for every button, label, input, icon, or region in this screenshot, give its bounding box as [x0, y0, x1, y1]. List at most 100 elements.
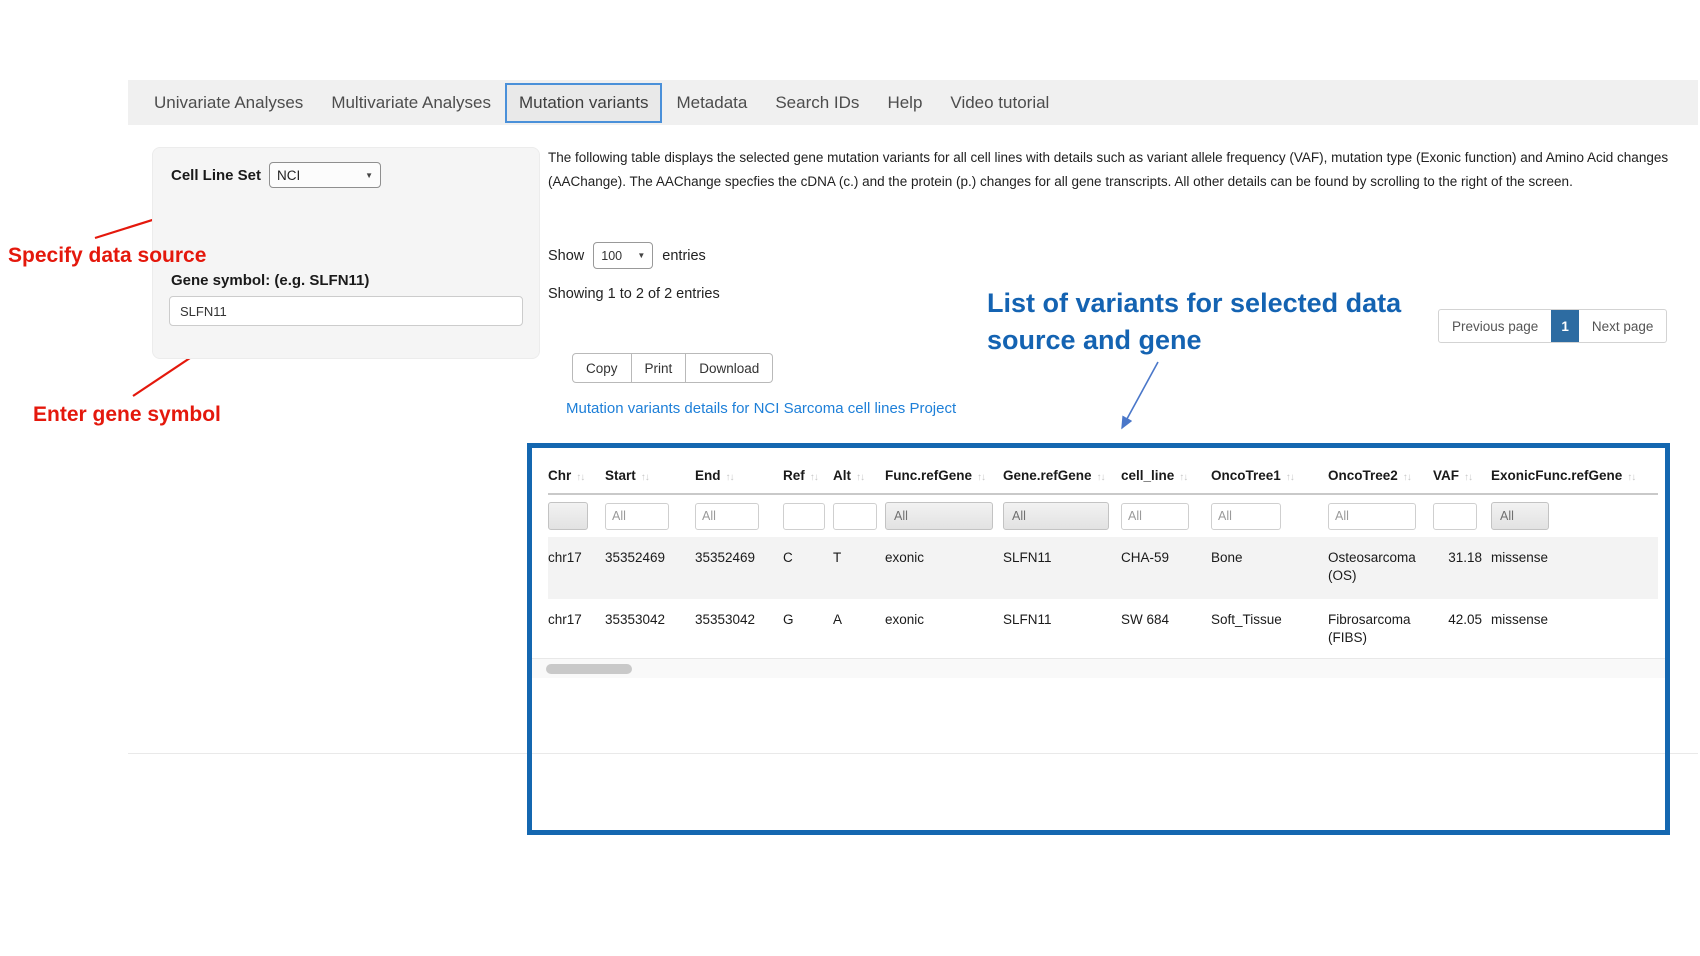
- annotation-variants-heading: List of variants for selected data sourc…: [987, 285, 1401, 359]
- column-header-end[interactable]: End↑↓: [695, 456, 783, 494]
- tab-metadata[interactable]: Metadata: [662, 83, 761, 123]
- sort-icon: ↑↓: [1286, 472, 1294, 483]
- cell-oncotree1: Bone: [1211, 537, 1328, 599]
- variants-table-wrap: Chr↑↓Start↑↓End↑↓Ref↑↓Alt↑↓Func.refGene↑…: [548, 456, 1658, 661]
- filter-cell: [1328, 494, 1433, 537]
- cell-alt: A: [833, 599, 885, 661]
- show-entries-row: Show 100 ▼ entries: [548, 242, 706, 269]
- control-panel: Cell Line Set NCI ▼ Gene symbol: (e.g. S…: [152, 147, 540, 359]
- column-label: Ref: [783, 468, 805, 483]
- sort-icon: ↑↓: [1627, 472, 1635, 483]
- cell-oncotree1: Soft_Tissue: [1211, 599, 1328, 661]
- blue-arrow-to-table: [1122, 362, 1158, 428]
- filter-exonicfunc-refgene[interactable]: All: [1491, 502, 1549, 530]
- table-row: chr173535304235353042GAexonicSLFN11SW 68…: [548, 599, 1658, 661]
- cell-ref: G: [783, 599, 833, 661]
- filter-oncotree1[interactable]: [1211, 503, 1281, 530]
- table-description: The following table displays the selecte…: [548, 146, 1670, 194]
- tab-video-tutorial[interactable]: Video tutorial: [936, 83, 1063, 123]
- entries-select-value: 100: [601, 249, 622, 263]
- column-header-ref[interactable]: Ref ↑↓: [783, 456, 833, 494]
- filter-start[interactable]: [605, 503, 669, 530]
- filter-cell: [1121, 494, 1211, 537]
- gene-symbol-input[interactable]: [169, 296, 523, 326]
- previous-page-button[interactable]: Previous page: [1439, 310, 1551, 342]
- cell-func-refgene: exonic: [885, 537, 1003, 599]
- cell-end: 35353042: [695, 599, 783, 661]
- column-label: cell_line: [1121, 468, 1174, 483]
- next-page-button[interactable]: Next page: [1579, 310, 1667, 342]
- cell-alt: T: [833, 537, 885, 599]
- filter-vaf[interactable]: [1433, 503, 1477, 530]
- filter-cell: [605, 494, 695, 537]
- table-caption: Mutation variants details for NCI Sarcom…: [566, 400, 956, 417]
- tab-mutation-variants[interactable]: Mutation variants: [505, 83, 662, 123]
- print-button[interactable]: Print: [632, 353, 687, 383]
- filter-cell: All: [1491, 494, 1658, 537]
- filter-func-refgene[interactable]: All: [885, 502, 993, 530]
- column-header-vaf[interactable]: VAF ↑↓: [1433, 456, 1491, 494]
- chevron-down-icon: ▼: [365, 171, 373, 180]
- sort-icon: ↑↓: [810, 472, 818, 483]
- column-header-alt[interactable]: Alt ↑↓: [833, 456, 885, 494]
- column-label: End: [695, 468, 721, 483]
- column-header-oncotree2[interactable]: OncoTree2 ↑↓: [1328, 456, 1433, 494]
- tab-multivariate-analyses[interactable]: Multivariate Analyses: [317, 83, 505, 123]
- sort-icon: ↑↓: [977, 472, 985, 483]
- filter-ref[interactable]: [783, 503, 825, 530]
- filter-row: All All All: [548, 494, 1658, 537]
- pagination: Previous page 1 Next page: [1438, 309, 1667, 343]
- entries-label: entries: [662, 248, 706, 264]
- tab-search-ids[interactable]: Search IDs: [761, 83, 873, 123]
- filter-cell-line[interactable]: [1121, 503, 1189, 530]
- column-header-chr[interactable]: Chr ↑↓: [548, 456, 605, 494]
- filter-cell: [548, 494, 605, 537]
- cell-cell-line: CHA-59: [1121, 537, 1211, 599]
- filter-chr[interactable]: [548, 502, 588, 530]
- page-1-button[interactable]: 1: [1551, 310, 1579, 342]
- column-header-start[interactable]: Start↑↓: [605, 456, 695, 494]
- export-button-group: Copy Print Download: [572, 353, 773, 383]
- sort-icon: ↑↓: [641, 472, 649, 483]
- cell-start: 35353042: [605, 599, 695, 661]
- annotation-variants-heading-line1: List of variants for selected data: [987, 285, 1401, 322]
- column-label: VAF: [1433, 468, 1459, 483]
- sort-icon: ↑↓: [576, 472, 584, 483]
- filter-gene-refgene[interactable]: All: [1003, 502, 1109, 530]
- cell-oncotree2: Osteosarcoma (OS): [1328, 537, 1433, 599]
- download-button[interactable]: Download: [686, 353, 773, 383]
- filter-oncotree2[interactable]: [1328, 503, 1416, 530]
- filter-alt[interactable]: [833, 503, 877, 530]
- column-header-oncotree1[interactable]: OncoTree1 ↑↓: [1211, 456, 1328, 494]
- cell-chr: chr17: [548, 537, 605, 599]
- entries-select[interactable]: 100 ▼: [593, 242, 653, 269]
- column-label: Chr: [548, 468, 571, 483]
- filter-end[interactable]: [695, 503, 759, 530]
- column-header-exonicfunc-refgene[interactable]: ExonicFunc.refGene↑↓: [1491, 456, 1658, 494]
- variants-table: Chr↑↓Start↑↓End↑↓Ref↑↓Alt↑↓Func.refGene↑…: [548, 456, 1658, 661]
- table-row: chr173535246935352469CTexonicSLFN11CHA-5…: [548, 537, 1658, 599]
- cell-line-set-label: Cell Line Set: [171, 167, 261, 184]
- showing-entries-status: Showing 1 to 2 of 2 entries: [548, 286, 720, 302]
- horizontal-scrollbar[interactable]: [532, 658, 1665, 678]
- sort-icon: ↑↓: [1403, 472, 1411, 483]
- cell-oncotree2: Fibrosarcoma (FIBS): [1328, 599, 1433, 661]
- cell-cell-line: SW 684: [1121, 599, 1211, 661]
- tab-help[interactable]: Help: [873, 83, 936, 123]
- chevron-down-icon: ▼: [637, 251, 645, 260]
- column-header-gene-refgene[interactable]: Gene.refGene↑↓: [1003, 456, 1121, 494]
- cell-line-set-select[interactable]: NCI ▼: [269, 162, 381, 188]
- tab-univariate-analyses[interactable]: Univariate Analyses: [140, 83, 317, 123]
- column-label: OncoTree1: [1211, 468, 1281, 483]
- cell-vaf: 31.18: [1433, 537, 1491, 599]
- column-header-cell-line[interactable]: cell_line↑↓: [1121, 456, 1211, 494]
- copy-button[interactable]: Copy: [572, 353, 632, 383]
- sort-icon: ↑↓: [1464, 472, 1472, 483]
- scrollbar-thumb[interactable]: [546, 664, 632, 674]
- sort-icon: ↑↓: [856, 472, 864, 483]
- cell-vaf: 42.05: [1433, 599, 1491, 661]
- column-header-func-refgene[interactable]: Func.refGene↑↓: [885, 456, 1003, 494]
- column-label: OncoTree2: [1328, 468, 1398, 483]
- column-label: Alt: [833, 468, 851, 483]
- filter-cell: [783, 494, 833, 537]
